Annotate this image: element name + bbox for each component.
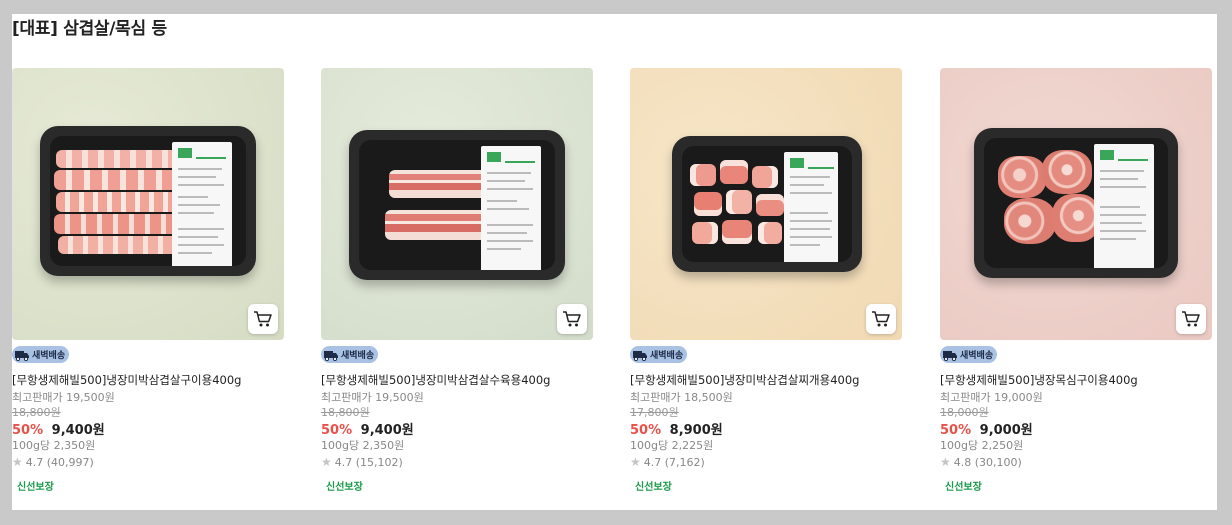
star-icon: ★ bbox=[940, 455, 951, 469]
discount-rate: 50% bbox=[940, 423, 972, 438]
star-icon: ★ bbox=[12, 455, 23, 469]
cart-icon bbox=[872, 311, 890, 327]
badge-label: 새벽배송 bbox=[960, 351, 994, 361]
price-row: 50% 9,000원 bbox=[940, 419, 1033, 438]
fresh-guarantee-tag: 신선보장 bbox=[326, 482, 363, 493]
discount-rate: 50% bbox=[630, 423, 662, 438]
delivery-badge: 새벽배송 bbox=[940, 346, 998, 363]
badge-label: 새벽배송 bbox=[341, 351, 375, 361]
original-price: 17,800원 bbox=[630, 406, 679, 419]
delivery-badge: 새벽배송 bbox=[630, 346, 688, 363]
rating: ★ 4.7 (15,102) bbox=[321, 455, 403, 469]
truck-icon bbox=[323, 348, 339, 362]
max-price: 최고판매가 19,000원 bbox=[940, 391, 1043, 404]
cart-button[interactable] bbox=[1176, 304, 1206, 334]
unit-price: 100g당 2,250원 bbox=[940, 439, 1024, 452]
rating-value: 4.7 (7,162) bbox=[643, 455, 705, 469]
truck-icon bbox=[942, 348, 958, 362]
meat-tray bbox=[40, 126, 256, 276]
rating-value: 4.7 (15,102) bbox=[334, 455, 403, 469]
cart-button[interactable] bbox=[866, 304, 896, 334]
original-price: 18,800원 bbox=[12, 406, 61, 419]
badge-label: 새벽배송 bbox=[32, 351, 66, 361]
max-price: 최고판매가 18,500원 bbox=[630, 391, 733, 404]
star-icon: ★ bbox=[321, 455, 332, 469]
product-name[interactable]: [무항생제해빌500]냉장목심구이용400g bbox=[940, 372, 1138, 388]
product-image[interactable] bbox=[321, 68, 593, 340]
meat-tray bbox=[349, 130, 565, 280]
rating: ★ 4.8 (30,100) bbox=[940, 455, 1022, 469]
section-title: [대표] 삼겹살/목심 등 bbox=[12, 19, 167, 39]
rating: ★ 4.7 (7,162) bbox=[630, 455, 705, 469]
sale-price: 9,000원 bbox=[979, 423, 1033, 438]
badge-label: 새벽배송 bbox=[650, 351, 684, 361]
price-row: 50% 9,400원 bbox=[321, 419, 414, 438]
cart-icon bbox=[1182, 311, 1200, 327]
max-price: 최고판매가 19,500원 bbox=[321, 391, 424, 404]
original-price: 18,000원 bbox=[940, 406, 989, 419]
cart-button[interactable] bbox=[557, 304, 587, 334]
sale-price: 9,400원 bbox=[360, 423, 414, 438]
product-name[interactable]: [무항생제해빌500]냉장미박삼겹살수육용400g bbox=[321, 372, 550, 388]
discount-rate: 50% bbox=[12, 423, 44, 438]
product-name[interactable]: [무항생제해빌500]냉장미박삼겹살구이용400g bbox=[12, 372, 241, 388]
sale-price: 8,900원 bbox=[669, 423, 723, 438]
star-icon: ★ bbox=[630, 455, 641, 469]
rating: ★ 4.7 (40,997) bbox=[12, 455, 94, 469]
max-price: 최고판매가 19,500원 bbox=[12, 391, 115, 404]
product-label bbox=[784, 152, 838, 262]
unit-price: 100g당 2,350원 bbox=[321, 439, 405, 452]
price-row: 50% 9,400원 bbox=[12, 419, 105, 438]
price-row: 50% 8,900원 bbox=[630, 419, 723, 438]
meat-tray bbox=[672, 136, 862, 272]
cart-icon bbox=[254, 311, 272, 327]
unit-price: 100g당 2,350원 bbox=[12, 439, 96, 452]
truck-icon bbox=[14, 348, 30, 362]
product-card[interactable]: 새벽배송 [무항생제해빌500]냉장미박삼겹살구이용400g 최고판매가 19,… bbox=[12, 68, 284, 508]
fresh-guarantee-tag: 신선보장 bbox=[17, 482, 54, 493]
cart-icon bbox=[563, 311, 581, 327]
product-name[interactable]: [무항생제해빌500]냉장미박삼겹살찌개용400g bbox=[630, 372, 859, 388]
product-image[interactable] bbox=[12, 68, 284, 340]
product-image[interactable] bbox=[940, 68, 1212, 340]
product-card[interactable]: 새벽배송 [무항생제해빌500]냉장미박삼겹살수육용400g 최고판매가 19,… bbox=[321, 68, 593, 508]
discount-rate: 50% bbox=[321, 423, 353, 438]
truck-icon bbox=[632, 348, 648, 362]
sale-price: 9,400원 bbox=[51, 423, 105, 438]
product-label bbox=[172, 142, 232, 266]
unit-price: 100g당 2,225원 bbox=[630, 439, 714, 452]
fresh-guarantee-tag: 신선보장 bbox=[635, 482, 672, 493]
product-image[interactable] bbox=[630, 68, 902, 340]
original-price: 18,800원 bbox=[321, 406, 370, 419]
delivery-badge: 새벽배송 bbox=[12, 346, 70, 363]
product-grid: 새벽배송 [무항생제해빌500]냉장미박삼겹살구이용400g 최고판매가 19,… bbox=[12, 68, 1212, 508]
cart-button[interactable] bbox=[248, 304, 278, 334]
delivery-badge: 새벽배송 bbox=[321, 346, 379, 363]
product-label bbox=[481, 146, 541, 270]
rating-value: 4.7 (40,997) bbox=[25, 455, 94, 469]
fresh-guarantee-tag: 신선보장 bbox=[945, 482, 982, 493]
product-card[interactable]: 새벽배송 [무항생제해빌500]냉장미박삼겹살찌개용400g 최고판매가 18,… bbox=[630, 68, 902, 508]
rating-value: 4.8 (30,100) bbox=[953, 455, 1022, 469]
product-card[interactable]: 새벽배송 [무항생제해빌500]냉장목심구이용400g 최고판매가 19,000… bbox=[940, 68, 1212, 508]
product-label bbox=[1094, 144, 1154, 268]
meat-tray bbox=[974, 128, 1178, 278]
